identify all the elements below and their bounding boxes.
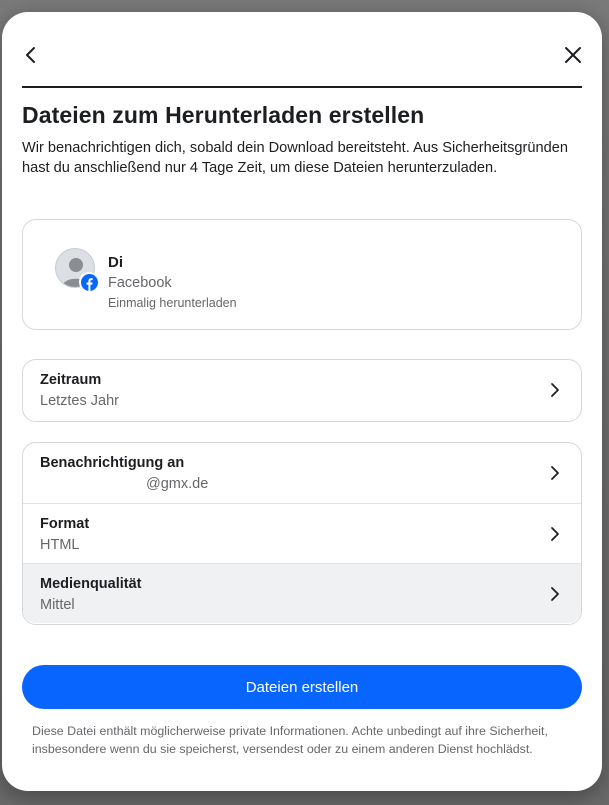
settings-card: Benachrichtigung an @gmx.de Format HTML … (22, 442, 582, 625)
facebook-icon (80, 273, 98, 291)
create-download-dialog: Dateien zum Herunterladen erstellen Wir … (2, 12, 602, 791)
back-button[interactable] (16, 40, 46, 70)
range-card: Zeitraum Letztes Jahr (22, 359, 582, 422)
media-quality-row[interactable]: Medienqualität Mittel (23, 563, 581, 623)
chevron-right-icon (551, 587, 559, 601)
notification-email: @gmx.de (146, 476, 209, 492)
format-label: Format (40, 516, 90, 532)
media-quality-value: Mittel (40, 597, 75, 613)
date-range-row[interactable]: Zeitraum Letztes Jahr (23, 360, 581, 420)
chevron-right-icon (551, 527, 559, 541)
dialog-title: Dateien zum Herunterladen erstellen (22, 102, 425, 128)
chevron-right-icon (551, 383, 559, 397)
account-download-note: Einmalig herunterladen (108, 296, 237, 310)
format-value: HTML (40, 537, 80, 553)
close-button[interactable] (558, 40, 588, 70)
date-range-label: Zeitraum (40, 372, 102, 388)
account-card: Di Facebook Einmalig herunterladen (22, 219, 582, 330)
date-range-value: Letztes Jahr (40, 393, 119, 409)
account-platform: Facebook (108, 275, 172, 291)
privacy-footnote: Diese Datei enthält möglicherweise priva… (32, 724, 548, 756)
format-row[interactable]: Format HTML (23, 503, 581, 563)
account-name: Di (108, 254, 123, 271)
facebook-badge (79, 272, 99, 292)
close-icon (565, 47, 581, 63)
media-quality-label: Medienqualität (40, 576, 142, 592)
chevron-left-icon (26, 47, 35, 63)
chevron-right-icon (551, 466, 559, 480)
notification-label: Benachrichtigung an (40, 455, 185, 471)
dialog-description: Wir benachrichtigen dich, sobald dein Do… (22, 140, 568, 176)
create-files-button[interactable]: Dateien erstellen (22, 665, 582, 709)
dialog-header (22, 26, 582, 88)
notification-row[interactable]: Benachrichtigung an @gmx.de (23, 443, 581, 503)
